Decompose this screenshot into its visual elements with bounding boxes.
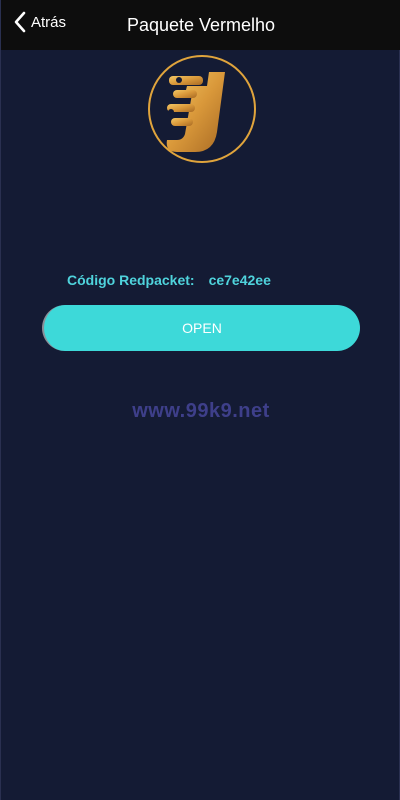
top-bar: Atrás Paquete Vermelho	[1, 0, 400, 50]
brand-logo-icon	[148, 55, 256, 163]
redpacket-code-value: ce7e42ee	[208, 272, 271, 288]
back-label: Atrás	[31, 13, 67, 31]
watermark-text: www.99k9.net	[132, 400, 270, 422]
redpacket-code-label: Código Redpacket:	[67, 272, 195, 288]
page-title: Paquete Vermelho	[126, 14, 276, 35]
open-button[interactable]: OPEN	[42, 305, 360, 351]
chevron-left-icon	[14, 11, 26, 33]
redpacket-code: Código Redpacket: ce7e42ee	[67, 272, 271, 288]
back-button[interactable]: Atrás	[13, 11, 66, 33]
